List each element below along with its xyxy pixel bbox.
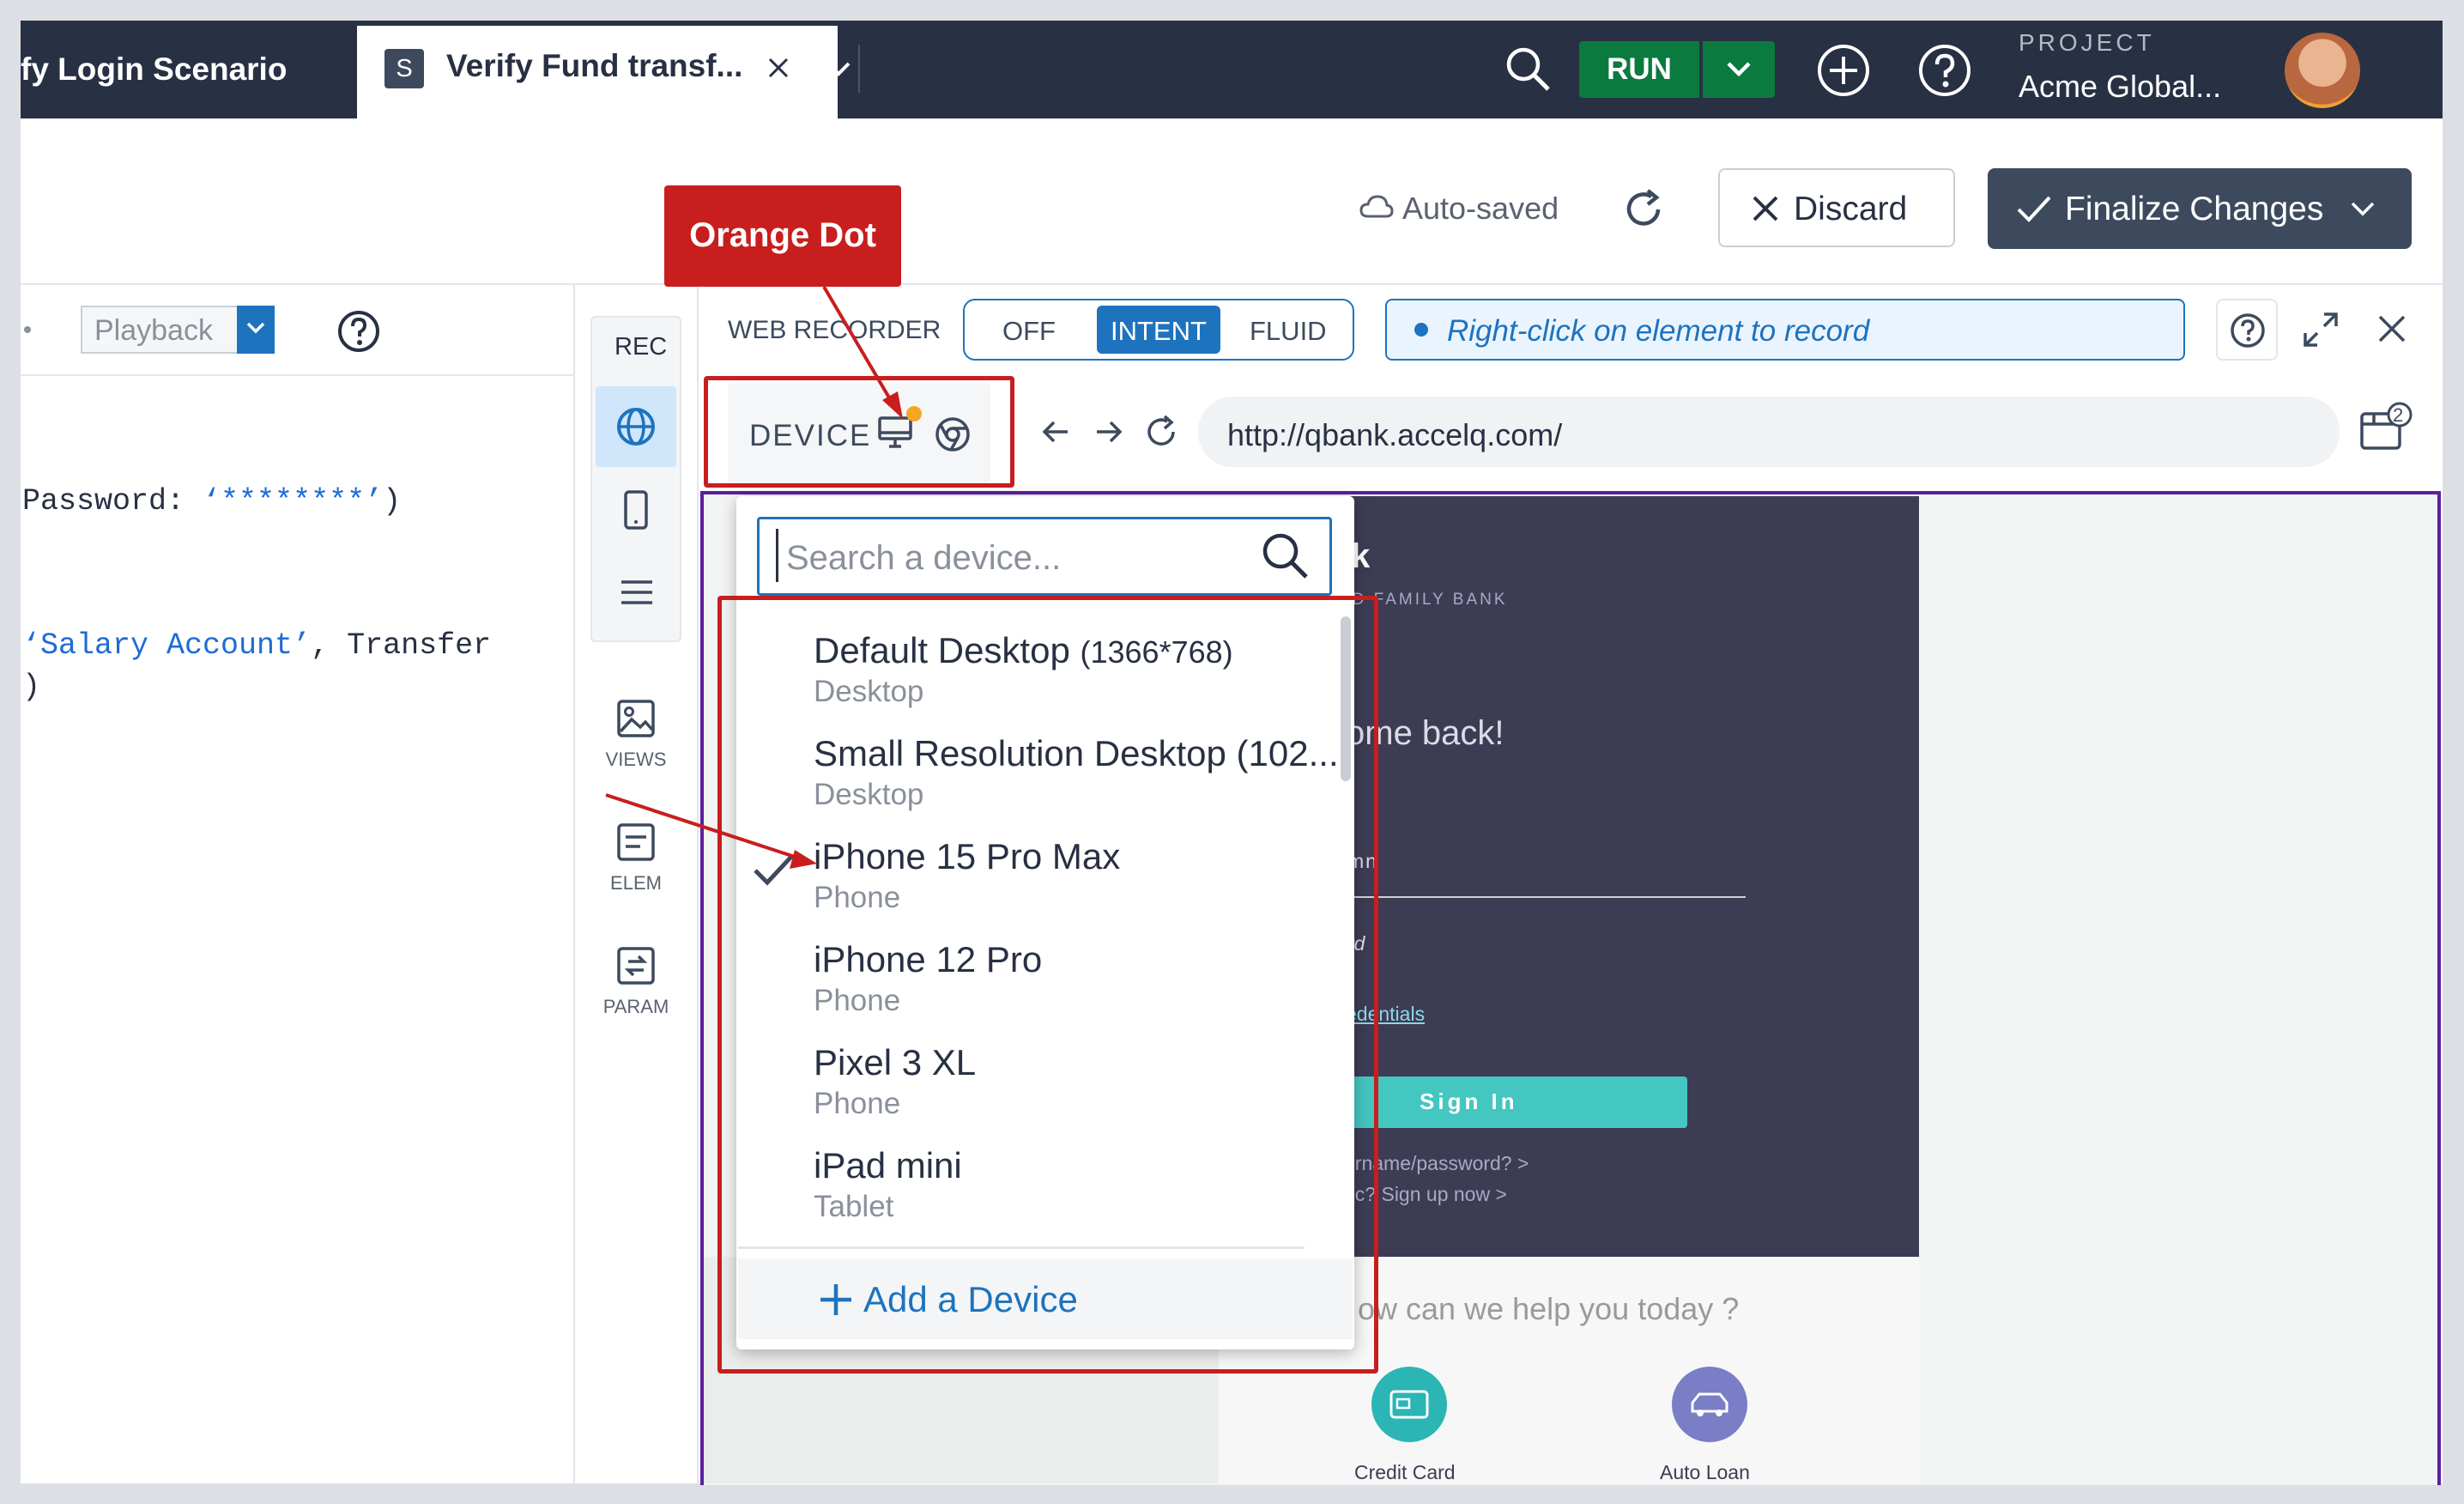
tab-label: fy Login Scenario — [21, 52, 288, 87]
reload-icon[interactable] — [1143, 414, 1179, 450]
project-selector[interactable]: Acme Global... — [2019, 69, 2221, 105]
forward-icon[interactable] — [1093, 417, 1124, 446]
annotation-callout-text: Orange Dot — [689, 216, 876, 254]
tab-divider — [858, 45, 860, 93]
add-icon[interactable] — [1816, 43, 1871, 98]
panel-divider — [573, 283, 575, 1483]
close-icon[interactable] — [2377, 314, 2406, 343]
overflow-dot — [24, 326, 31, 333]
avatar[interactable] — [2285, 33, 2360, 108]
annotation-arrows — [605, 285, 903, 869]
param-label: PARAM — [602, 996, 669, 1017]
tab-login-scenario[interactable]: fy Login Scenario — [21, 21, 357, 118]
credit-card-icon[interactable] — [1371, 1367, 1447, 1442]
auto-loan-icon[interactable] — [1672, 1367, 1747, 1442]
hint-bullet — [1414, 323, 1428, 337]
help-icon[interactable] — [1917, 43, 1972, 98]
scenario-badge-icon: S — [384, 49, 424, 88]
mode-intent[interactable]: INTENT — [1111, 316, 1207, 347]
playback-select-value: Playback — [94, 314, 213, 347]
chevron-down-icon — [246, 322, 265, 334]
service-credit-card: Credit Card — [1354, 1461, 1456, 1483]
chevron-down-icon[interactable] — [2350, 201, 2376, 218]
back-icon[interactable] — [1040, 417, 1071, 446]
divider — [21, 374, 573, 376]
tabs-count: 2 — [2393, 404, 2404, 426]
code-line[interactable]: Password: ‘********’) — [22, 484, 401, 519]
run-button[interactable]: RUN — [1579, 41, 1699, 98]
chevron-down-icon — [1727, 62, 1751, 77]
code-line[interactable]: ‘Salary Account’, Transfer — [22, 628, 491, 663]
browser-tabs-icon[interactable] — [2358, 400, 2415, 457]
autosaved-status: Auto-saved — [1402, 191, 1559, 226]
mode-off[interactable]: OFF — [1002, 316, 1056, 347]
code-line[interactable]: ) — [22, 670, 40, 704]
divider — [21, 283, 2443, 285]
tab-label: Verify Fund transf... — [446, 48, 743, 83]
screenshot: { "header": { "tab_scenario": "fy Login … — [0, 0, 2464, 1504]
parameter-icon[interactable] — [616, 946, 656, 985]
tabs-chevron-down-icon[interactable] — [826, 60, 851, 77]
close-tab-icon[interactable] — [767, 57, 790, 79]
expand-icon[interactable] — [2302, 311, 2340, 349]
service-auto-loan: Auto Loan — [1660, 1461, 1750, 1483]
run-dropdown-button[interactable] — [1703, 41, 1775, 98]
mode-fluid[interactable]: FLUID — [1250, 316, 1327, 347]
cloud-icon — [1359, 195, 1394, 218]
help-icon[interactable] — [336, 309, 381, 354]
search-icon[interactable] — [1504, 45, 1552, 93]
discard-label: Discard — [1794, 191, 1908, 227]
url-text: http://qbank.accelq.com/ — [1227, 417, 1563, 452]
finalize-label: Finalize Changes — [2065, 191, 2324, 227]
site-sign-in-label: Sign In — [1420, 1089, 1518, 1114]
record-hint-text: Right-click on element to record — [1447, 314, 1870, 348]
site-username-underline — [1322, 896, 1746, 898]
recorder-help-button[interactable] — [2216, 299, 2278, 361]
car-glyph-icon — [1691, 1392, 1728, 1416]
card-glyph-icon — [1389, 1390, 1429, 1419]
refresh-icon[interactable] — [1622, 187, 1667, 232]
project-caption: PROJECT — [2019, 29, 2155, 56]
search-icon[interactable] — [1260, 531, 1310, 580]
checkmark-icon — [2017, 196, 2051, 222]
playback-dropdown-toggle[interactable] — [237, 306, 275, 354]
close-icon — [1753, 196, 1778, 221]
site-help-heading: ow can we help you today ? — [1358, 1291, 1740, 1326]
help-icon — [2231, 313, 2265, 348]
